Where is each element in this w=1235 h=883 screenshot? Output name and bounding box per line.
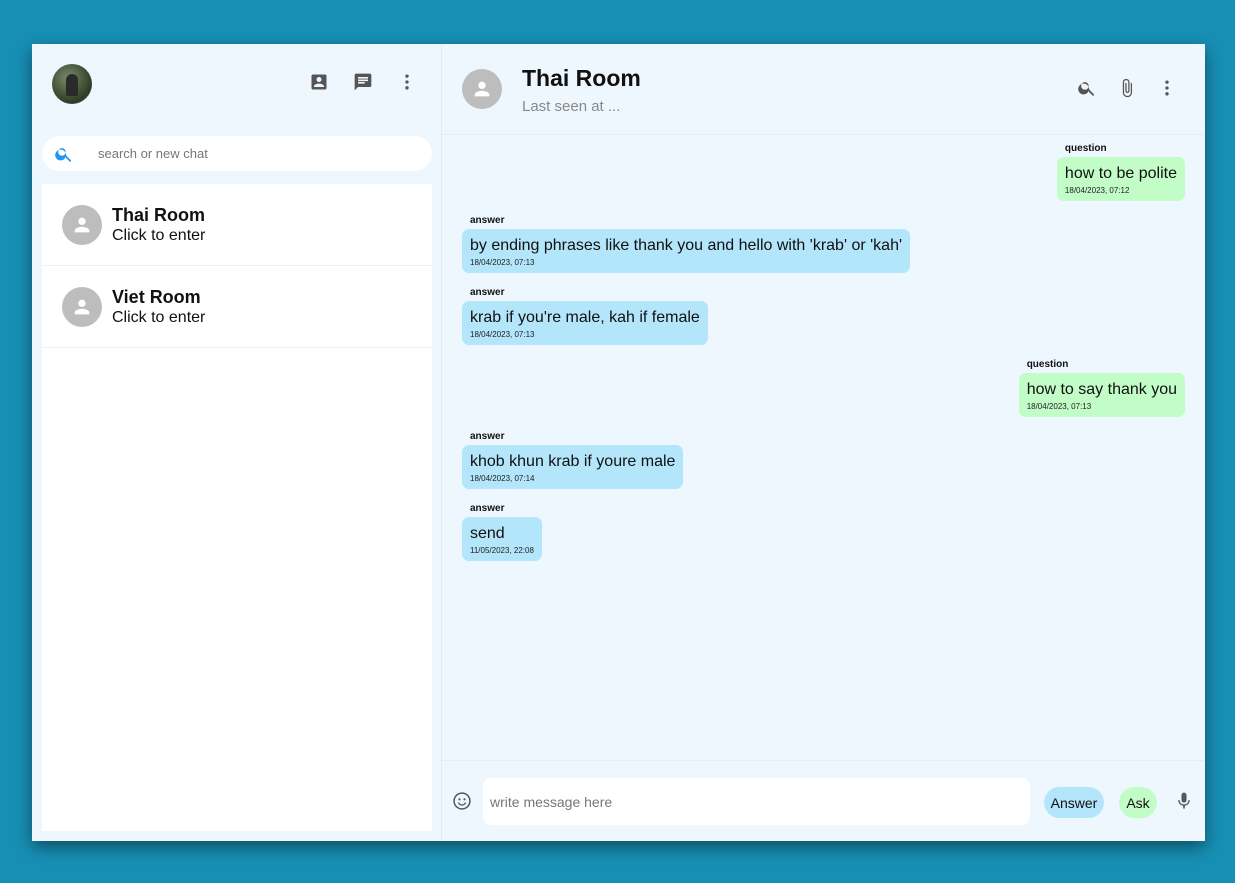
room-avatar[interactable]: [462, 69, 502, 109]
message-answer: answer khob khun krab if youre male 18/0…: [462, 431, 684, 489]
message-text: by ending phrases like thank you and hel…: [470, 237, 903, 254]
search-icon[interactable]: [1077, 78, 1097, 98]
more-vert-icon[interactable]: [397, 72, 417, 92]
message-text: khob khun krab if youre male: [470, 453, 676, 470]
person-icon: [62, 204, 102, 245]
chat-item-name: Viet Room: [112, 286, 201, 307]
chat-item-subtitle: Click to enter: [112, 226, 206, 244]
chat-item-texts: Thai Room Click to enter: [112, 205, 205, 245]
message-role: question: [1026, 359, 1069, 370]
chat-icon[interactable]: [353, 72, 373, 92]
message-bubble: krab if you're male, kah if female 18/04…: [462, 301, 708, 345]
message-text: how to say thank you: [1026, 381, 1177, 398]
chat-item-name: Thai Room: [112, 204, 205, 225]
chat-panel: Thai Room Last seen at ... question how …: [442, 44, 1205, 841]
search-input[interactable]: [98, 146, 398, 161]
message-list: question how to be polite 18/04/2023, 07…: [442, 136, 1205, 758]
message-timestamp: 18/04/2023, 07:14: [470, 474, 535, 483]
message-bubble: by ending phrases like thank you and hel…: [462, 229, 911, 273]
sidebar: Thai Room Click to enter Viet Room Click…: [32, 44, 442, 841]
chat-item-viet-room[interactable]: Viet Room Click to enter: [42, 266, 432, 348]
answer-button[interactable]: Answer: [1044, 787, 1104, 818]
message-role: answer: [470, 431, 505, 442]
chat-item-thai-room[interactable]: Thai Room Click to enter: [42, 184, 432, 266]
message-bubble: how to say thank you 18/04/2023, 07:13: [1018, 373, 1185, 417]
search-bar: [42, 136, 432, 171]
message-bubble: how to be polite 18/04/2023, 07:12: [1056, 157, 1185, 201]
ask-button[interactable]: Ask: [1119, 787, 1157, 818]
message-role: answer: [470, 503, 505, 514]
search-icon: [54, 144, 74, 164]
sidebar-header: [32, 44, 441, 124]
message-composer: Answer Ask: [442, 760, 1205, 841]
more-vert-icon[interactable]: [1157, 78, 1177, 98]
microphone-icon[interactable]: [1174, 791, 1194, 811]
message-question: question how to be polite 18/04/2023, 07…: [1056, 143, 1185, 201]
message-timestamp: 11/05/2023, 22:08: [470, 546, 534, 555]
message-timestamp: 18/04/2023, 07:13: [470, 258, 535, 267]
chat-header: Thai Room Last seen at ...: [442, 44, 1205, 135]
message-input[interactable]: [483, 778, 1030, 825]
message-question: question how to say thank you 18/04/2023…: [1018, 359, 1185, 417]
chat-app-window: Thai Room Click to enter Viet Room Click…: [32, 44, 1205, 841]
message-answer: answer krab if you're male, kah if femal…: [462, 287, 708, 345]
message-timestamp: 18/04/2023, 07:13: [470, 330, 535, 339]
message-answer: answer send 11/05/2023, 22:08: [462, 503, 542, 561]
emoji-icon[interactable]: [452, 791, 472, 811]
message-text: krab if you're male, kah if female: [470, 309, 700, 326]
message-text: how to be polite: [1064, 165, 1177, 182]
chat-header-actions: [1077, 78, 1177, 98]
message-answer: answer by ending phrases like thank you …: [462, 215, 911, 273]
message-timestamp: 18/04/2023, 07:12: [1064, 186, 1130, 195]
message-role: question: [1064, 143, 1107, 154]
last-seen-status: Last seen at ...: [522, 98, 621, 115]
room-title: Thai Room: [522, 65, 641, 91]
message-role: answer: [470, 215, 505, 226]
message-role: answer: [470, 287, 505, 298]
message-bubble: khob khun krab if youre male 18/04/2023,…: [462, 445, 684, 489]
message-bubble: send 11/05/2023, 22:08: [462, 517, 542, 561]
person-icon: [62, 286, 102, 327]
message-timestamp: 18/04/2023, 07:13: [1026, 402, 1092, 411]
message-text: send: [470, 525, 505, 542]
chat-list: Thai Room Click to enter Viet Room Click…: [42, 184, 432, 831]
chat-item-subtitle: Click to enter: [112, 308, 206, 326]
attach-file-icon[interactable]: [1117, 78, 1137, 98]
chat-item-texts: Viet Room Click to enter: [112, 287, 205, 327]
sidebar-header-actions: [309, 72, 417, 92]
user-avatar[interactable]: [52, 64, 92, 104]
contacts-icon[interactable]: [309, 72, 329, 92]
